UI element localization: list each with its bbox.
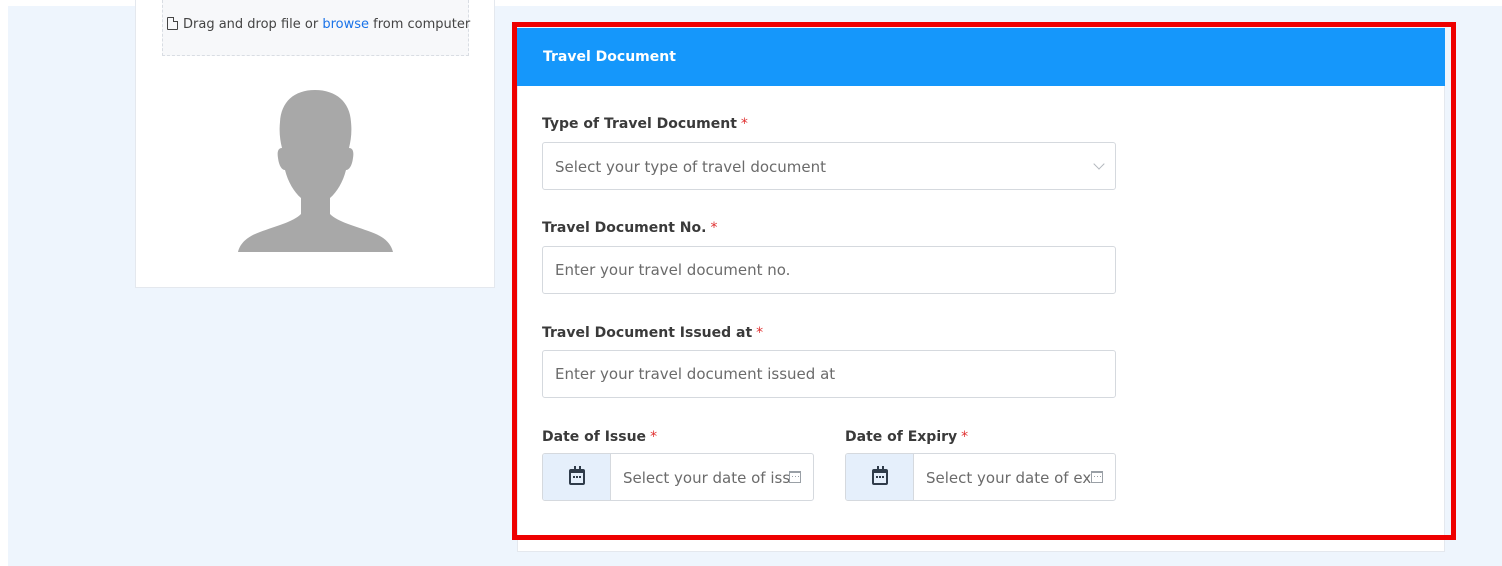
- avatar-placeholder-icon: [238, 90, 393, 252]
- required-marker: *: [650, 429, 658, 445]
- date-of-expiry-label: Date of Expiry *: [845, 429, 968, 445]
- calendar-icon: [1091, 471, 1103, 483]
- date-of-expiry-picker[interactable]: Select your date of ex: [845, 453, 1116, 501]
- required-marker: *: [756, 325, 764, 341]
- date-of-expiry-placeholder: Select your date of ex: [926, 469, 1092, 487]
- calendar-icon: [789, 471, 801, 483]
- calendar-icon: [569, 466, 585, 485]
- type-select-placeholder: Select your type of travel document: [555, 158, 827, 176]
- date-of-issue-addon[interactable]: [543, 454, 611, 500]
- travel-document-issued-at-input[interactable]: [542, 350, 1116, 398]
- date-of-issue-label: Date of Issue *: [542, 429, 657, 445]
- date-of-issue-label-text: Date of Issue: [542, 429, 647, 445]
- required-marker: *: [710, 220, 718, 236]
- type-label-text: Type of Travel Document: [542, 116, 737, 132]
- travel-document-type-select[interactable]: Select your type of travel document: [542, 142, 1116, 190]
- dropzone-suffix-text: from computer: [373, 17, 471, 32]
- required-marker: *: [961, 429, 969, 445]
- dropzone-prefix-text: Drag and drop file or: [183, 17, 319, 32]
- type-label: Type of Travel Document *: [542, 116, 748, 132]
- travel-document-number-input[interactable]: [542, 246, 1116, 294]
- date-of-expiry-label-text: Date of Expiry: [845, 429, 958, 445]
- file-dropzone[interactable]: Drag and drop file or browse from comput…: [162, 0, 471, 56]
- date-of-expiry-addon[interactable]: [846, 454, 914, 500]
- browse-link[interactable]: browse: [322, 17, 369, 32]
- issued-at-label: Travel Document Issued at *: [542, 325, 763, 341]
- section-title: Travel Document: [543, 49, 676, 65]
- date-of-issue-placeholder: Select your date of iss: [623, 469, 791, 487]
- date-of-issue-picker[interactable]: Select your date of iss: [542, 453, 814, 501]
- number-label: Travel Document No. *: [542, 220, 717, 236]
- required-marker: *: [740, 116, 748, 132]
- section-header: Travel Document: [517, 28, 1445, 86]
- number-label-text: Travel Document No.: [542, 220, 707, 236]
- issued-at-label-text: Travel Document Issued at: [542, 325, 753, 341]
- calendar-icon: [872, 466, 888, 485]
- chevron-down-icon: [1093, 158, 1105, 170]
- file-icon: [167, 17, 178, 30]
